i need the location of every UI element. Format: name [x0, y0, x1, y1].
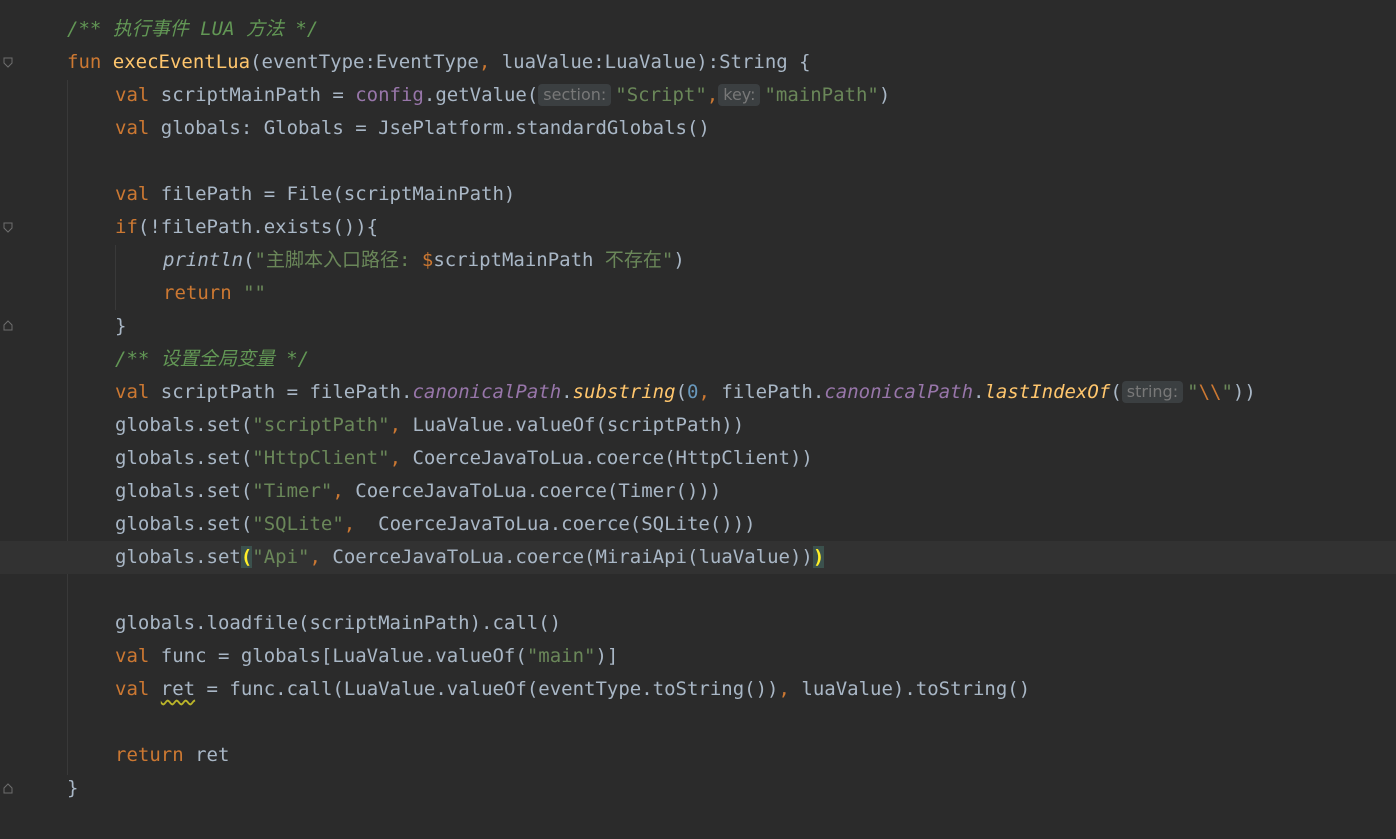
code-line: globals.set("HttpClient", CoerceJavaToLu… [115, 447, 813, 469]
code-line: val scriptMainPath = config.getValue(sec… [115, 84, 891, 106]
code-area[interactable]: /** 执行事件 LUA 方法 */ fun execEventLua(even… [0, 0, 1396, 839]
function-call: println [163, 249, 244, 271]
code-editor[interactable]: /** 执行事件 LUA 方法 */ fun execEventLua(even… [0, 0, 1396, 839]
code-line: val func = globals[LuaValue.valueOf("mai… [115, 645, 619, 667]
code-line: } [67, 777, 79, 799]
code-line: return ret [115, 744, 230, 766]
doc-comment: /** 设置全局变量 */ [115, 348, 310, 370]
function-name: execEventLua [112, 51, 251, 73]
code-line: val globals: Globals = JsePlatform.stand… [115, 117, 710, 139]
code-line: fun execEventLua(eventType:EventType, lu… [67, 51, 811, 73]
param-hint: key: [718, 84, 761, 106]
matched-brace: ) [812, 546, 825, 568]
code-line: return "" [163, 282, 266, 304]
doc-comment: /** 执行事件 LUA 方法 */ [67, 18, 319, 40]
matched-brace: ( [240, 546, 253, 568]
warning-underline: ret [160, 678, 196, 700]
param-hint: string: [1121, 381, 1184, 403]
code-line: if(!filePath.exists()){ [115, 216, 379, 238]
code-line: val scriptPath = filePath.canonicalPath.… [115, 381, 1256, 403]
current-code-line: globals.set("Api", CoerceJavaToLua.coerc… [0, 541, 1396, 574]
code-line: globals.set("Timer", CoerceJavaToLua.coe… [115, 480, 722, 502]
code-line: globals.set("scriptPath", LuaValue.value… [115, 414, 745, 436]
code-line: } [115, 315, 127, 337]
keyword: fun [67, 51, 102, 73]
code-line: println("主脚本入口路径: $scriptMainPath 不存在") [163, 249, 685, 271]
code-line: val ret = func.call(LuaValue.valueOf(eve… [115, 678, 1031, 700]
code-line: val filePath = File(scriptMainPath) [115, 183, 516, 205]
param-hint: section: [538, 84, 612, 106]
code-line: /** 执行事件 LUA 方法 */ [0, 13, 1396, 46]
code-line: globals.set("SQLite", CoerceJavaToLua.co… [115, 513, 756, 535]
code-line: globals.loadfile(scriptMainPath).call() [115, 612, 562, 634]
property-ref: config [355, 84, 424, 106]
code-line: /** 设置全局变量 */ [0, 343, 1396, 376]
